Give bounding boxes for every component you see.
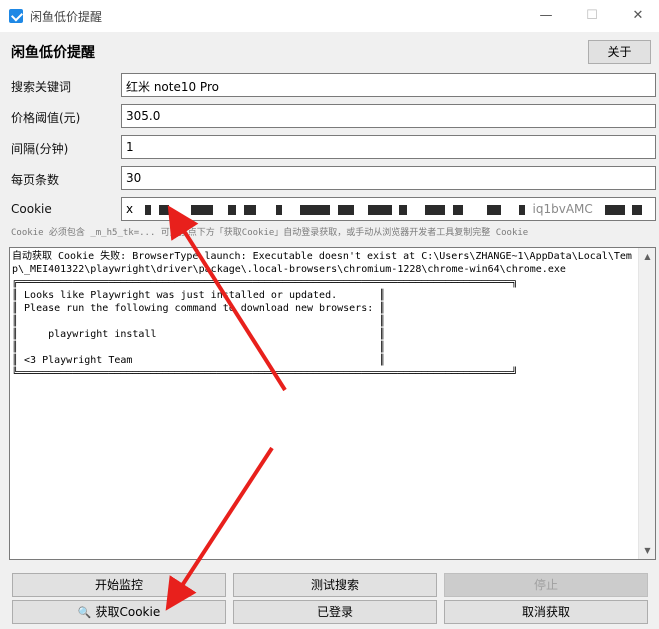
redacted-block — [144, 204, 151, 215]
logged-in-button[interactable]: 已登录 — [233, 600, 437, 624]
cookie-hint: Cookie 必须包含 _m_h5_tk=... 可直接点下方「获取Cookie… — [11, 228, 529, 238]
search-icon: 🔍 — [77, 606, 92, 619]
app-logo-icon — [9, 9, 23, 23]
get-cookie-button[interactable]: 🔍 获取Cookie — [12, 600, 226, 624]
cookie-input[interactable]: x iq1bvAMC — [121, 197, 656, 221]
log-scrollbar[interactable]: ▲ ▼ — [638, 248, 655, 559]
title-bar: 闲鱼低价提醒 — ☐ ✕ — [0, 0, 659, 32]
interval-input[interactable]: 1 — [121, 135, 656, 159]
keyword-input[interactable]: 红米 note10 Pro — [121, 73, 656, 97]
redacted-block — [244, 204, 257, 215]
redacted-block — [453, 204, 464, 215]
cookie-value-fragment: iq1bvAMC — [532, 202, 593, 216]
cookie-label: Cookie — [11, 202, 52, 216]
page-size-input[interactable]: 30 — [121, 166, 656, 190]
keyword-label: 搜索关键词 — [11, 80, 72, 94]
cancel-get-button[interactable]: 取消获取 — [444, 600, 648, 624]
interval-label: 间隔(分钟) — [11, 142, 69, 156]
redacted-block — [276, 204, 283, 215]
log-output[interactable]: 自动获取 Cookie 失败: BrowserType.launch: Exec… — [9, 247, 656, 560]
maximize-button[interactable]: ☐ — [578, 5, 606, 27]
price-threshold-input[interactable]: 305.0 — [121, 104, 656, 128]
redacted-block — [367, 204, 392, 215]
redacted-block — [604, 204, 625, 215]
get-cookie-label: 获取Cookie — [95, 605, 161, 619]
close-button[interactable]: ✕ — [624, 5, 652, 27]
redacted-block — [518, 204, 525, 215]
window-title: 闲鱼低价提醒 — [30, 10, 103, 24]
scroll-down-icon[interactable]: ▼ — [639, 542, 656, 559]
about-button[interactable]: 关于 — [588, 40, 651, 64]
redacted-block — [228, 204, 237, 215]
redacted-block — [299, 204, 330, 215]
page-title: 闲鱼低价提醒 — [11, 45, 95, 61]
minimize-button[interactable]: — — [532, 5, 560, 27]
test-search-button[interactable]: 测试搜索 — [233, 573, 437, 597]
redacted-block — [425, 204, 446, 215]
redacted-block — [337, 204, 354, 215]
page-size-label: 每页条数 — [11, 173, 60, 187]
log-text: 自动获取 Cookie 失败: BrowserType.launch: Exec… — [12, 251, 632, 379]
stop-button[interactable]: 停止 — [444, 573, 648, 597]
price-threshold-label: 价格阈值(元) — [11, 111, 81, 125]
cookie-value-prefix: x — [126, 202, 134, 216]
scroll-up-icon[interactable]: ▲ — [639, 248, 656, 265]
start-monitor-button[interactable]: 开始监控 — [12, 573, 226, 597]
redacted-block — [399, 204, 408, 215]
redacted-block — [486, 204, 501, 215]
redacted-block — [190, 204, 213, 215]
redacted-block — [158, 204, 169, 215]
redacted-block — [632, 204, 643, 215]
